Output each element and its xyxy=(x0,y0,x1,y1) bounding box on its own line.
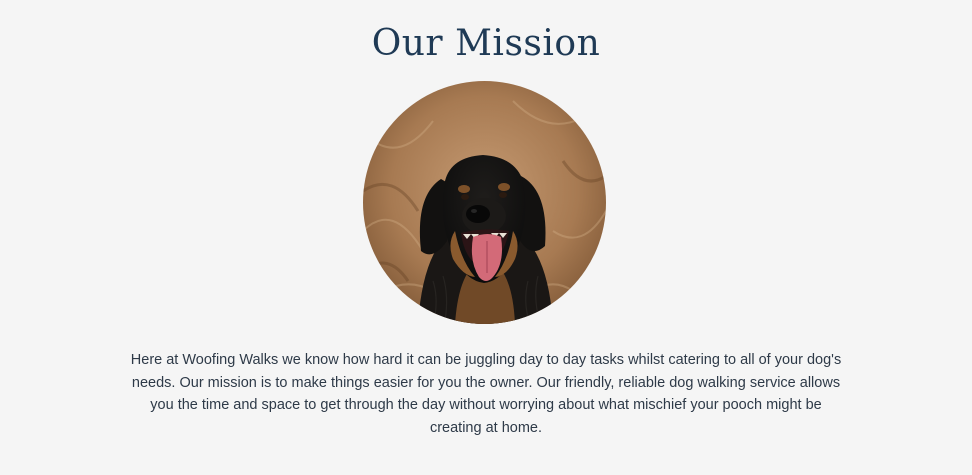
mission-section: Our Mission Here at Woofing Walks we kno… xyxy=(0,0,972,475)
mission-description: Here at Woofing Walks we know how hard i… xyxy=(130,352,842,436)
section-heading: Our Mission xyxy=(371,23,601,64)
dog-photo-illustration xyxy=(363,81,606,324)
dog-photo xyxy=(363,81,606,324)
